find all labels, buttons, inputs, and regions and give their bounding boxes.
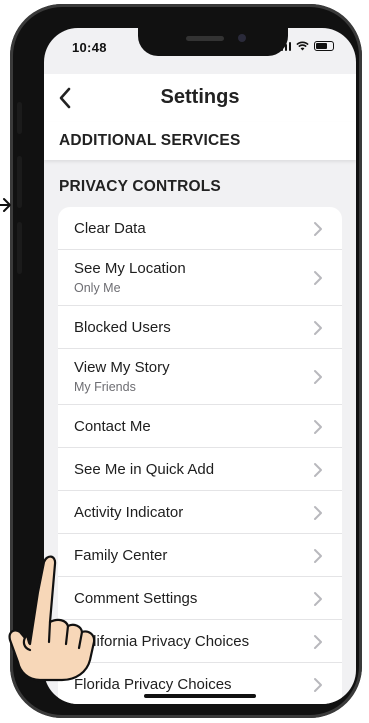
list-item-view-my-story[interactable]: View My Story My Friends xyxy=(58,349,342,405)
chevron-right-icon xyxy=(314,271,322,285)
chevron-right-icon xyxy=(314,321,322,335)
chevron-right-icon xyxy=(314,635,322,649)
list-item-label: Contact Me xyxy=(74,418,151,435)
pointing-hand-icon xyxy=(8,555,96,682)
speaker xyxy=(186,36,224,41)
list-item-activity-indicator[interactable]: Activity Indicator xyxy=(58,491,342,534)
chevron-right-icon xyxy=(314,420,322,434)
list-item-label: View My Story xyxy=(74,359,170,376)
additional-services-row[interactable]: ADDITIONAL SERVICES xyxy=(44,122,356,160)
list-item-label: California Privacy Choices xyxy=(74,633,250,650)
battery-icon xyxy=(314,41,334,51)
list-item-value: My Friends xyxy=(74,380,136,394)
chevron-right-icon xyxy=(314,222,322,236)
chevron-right-icon xyxy=(314,506,322,520)
privacy-controls-list: Clear Data See My Location Only Me Block… xyxy=(58,207,342,704)
list-item-clear-data[interactable]: Clear Data xyxy=(58,207,342,250)
list-item-blocked-users[interactable]: Blocked Users xyxy=(58,306,342,349)
list-item-label: Blocked Users xyxy=(74,319,171,336)
chevron-right-icon xyxy=(314,678,322,692)
list-item-label: Clear Data xyxy=(74,220,146,237)
chevron-right-icon xyxy=(314,549,322,563)
chevron-right-icon xyxy=(314,463,322,477)
list-item-see-my-location[interactable]: See My Location Only Me xyxy=(58,250,342,306)
list-item-label: See My Location xyxy=(74,260,186,277)
chevron-right-icon xyxy=(314,592,322,606)
privacy-controls-heading: PRIVACY CONTROLS xyxy=(59,178,221,195)
mute-switch xyxy=(17,102,22,134)
list-item-contact-me[interactable]: Contact Me xyxy=(58,405,342,448)
list-item-family-center[interactable]: Family Center xyxy=(58,534,342,577)
arrow-right-icon xyxy=(0,198,11,212)
chevron-right-icon xyxy=(314,370,322,384)
list-item-label: Activity Indicator xyxy=(74,504,184,521)
list-item-california-privacy-choices[interactable]: California Privacy Choices xyxy=(58,620,342,663)
header: Settings xyxy=(44,74,356,122)
home-indicator[interactable] xyxy=(144,694,256,698)
status-time: 10:48 xyxy=(72,40,107,55)
notch xyxy=(138,28,288,56)
additional-services-label: ADDITIONAL SERVICES xyxy=(59,132,241,149)
list-item-value: Only Me xyxy=(74,281,121,295)
list-item-see-me-in-quick-add[interactable]: See Me in Quick Add xyxy=(58,448,342,491)
list-item-comment-settings[interactable]: Comment Settings xyxy=(58,577,342,620)
list-item-label: See Me in Quick Add xyxy=(74,461,215,478)
volume-down-button xyxy=(17,222,22,274)
volume-up-button xyxy=(17,156,22,208)
wifi-icon xyxy=(296,41,309,51)
front-camera xyxy=(238,34,246,42)
page-title: Settings xyxy=(160,86,240,108)
